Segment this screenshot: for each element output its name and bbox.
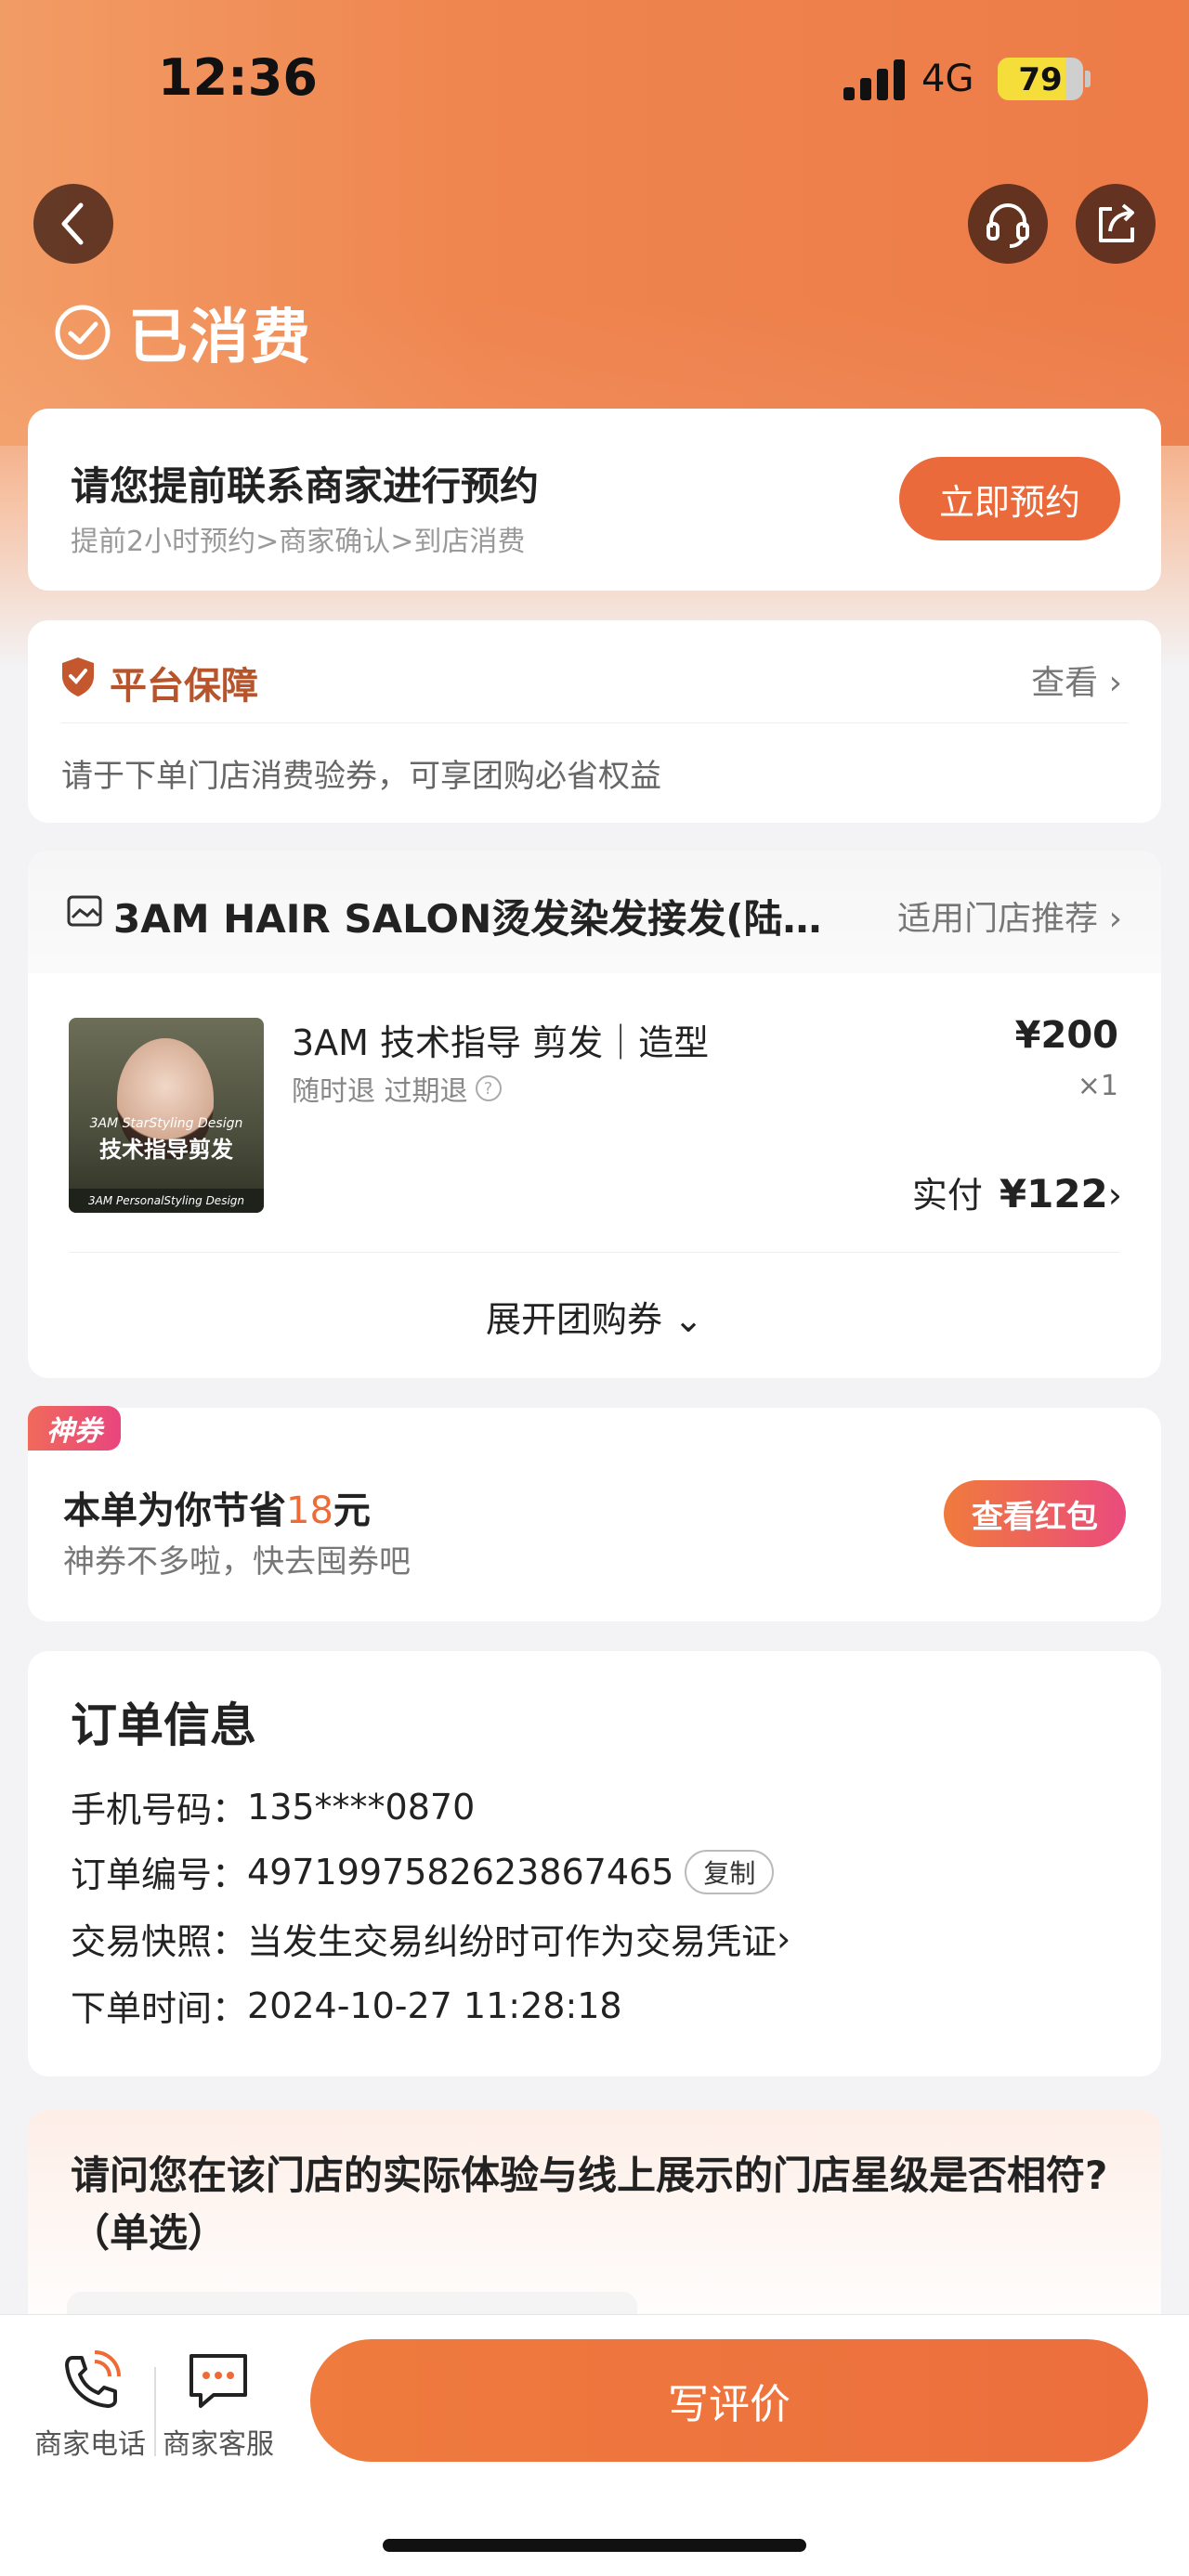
- battery-cap: [1085, 71, 1091, 87]
- signal-icon: [843, 59, 908, 100]
- paid-amount: ¥122: [999, 1171, 1108, 1216]
- copy-button[interactable]: 复制: [685, 1849, 775, 1894]
- share-button[interactable]: [1076, 184, 1156, 264]
- chevron-right-icon: ›: [1108, 900, 1122, 938]
- guarantee-view-label: 查看: [1031, 664, 1099, 702]
- chevron-down-icon: ⌄: [673, 1299, 703, 1340]
- divider: [154, 2367, 156, 2456]
- battery-icon: 79: [998, 58, 1083, 100]
- view-red-packet-button[interactable]: 查看红包: [944, 1480, 1126, 1547]
- order-phone-row: 手机号码： 135****0870: [71, 1781, 475, 1832]
- shop-recommend-link[interactable]: 适用门店推荐 ›: [897, 891, 1122, 940]
- headset-icon: [986, 203, 1029, 248]
- phone-icon: [65, 2350, 121, 2408]
- merchant-chat-button[interactable]: 商家客服: [158, 2348, 279, 2462]
- order-time-value: 2024-10-27 11:28:18: [247, 1984, 622, 2026]
- battery-level: 79: [1018, 61, 1063, 98]
- merchant-phone-label: 商家电话: [34, 2428, 146, 2461]
- network-type: 4G: [921, 58, 974, 100]
- shop-name[interactable]: 3AM HAIR SALON烫发染发接发(陆…: [113, 888, 847, 944]
- reservation-steps: 提前2小时预约>商家确认>到店消费: [71, 526, 526, 558]
- product-card: 3AM HAIR SALON烫发染发接发(陆… 适用门店推荐 › 3AM Sta…: [28, 851, 1161, 1378]
- divider: [61, 722, 1128, 723]
- thumb-caption-1: 3AM StarStyling Design: [89, 1116, 243, 1131]
- help-icon[interactable]: ?: [475, 1075, 502, 1101]
- snapshot-label: 交易快照：: [71, 1921, 248, 1962]
- product-quantity: ×1: [1077, 1070, 1118, 1102]
- thumb-caption-3: 3AM PersonalStyling Design: [69, 1189, 264, 1213]
- order-number-label: 订单编号：: [71, 1854, 248, 1895]
- guarantee-title: 平台保障: [110, 665, 258, 708]
- order-time-row: 下单时间： 2024-10-27 11:28:18: [71, 1980, 622, 2031]
- phone-value: 135****0870: [247, 1786, 476, 1828]
- reservation-card: 请您提前联系商家进行预约 提前2小时预约>商家确认>到店消费 立即预约: [28, 409, 1161, 591]
- status-bar: 12:36 4G 79: [0, 0, 1189, 158]
- snapshot-value: 当发生交易纠纷时可作为交易凭证: [247, 1921, 777, 1962]
- status-label: 已消费: [128, 304, 312, 372]
- back-button[interactable]: [33, 184, 113, 264]
- guarantee-description: 请于下单门店消费验券，可享团购必省权益: [61, 758, 661, 795]
- shop-header[interactable]: 3AM HAIR SALON烫发染发接发(陆… 适用门店推荐 ›: [28, 851, 1161, 973]
- order-info-title: 订单信息: [71, 1698, 256, 1752]
- chevron-right-icon: ›: [1107, 1175, 1122, 1216]
- platform-guarantee-card[interactable]: 平台保障 查看 › 请于下单门店消费验券，可享团购必省权益: [28, 620, 1161, 823]
- write-review-button[interactable]: 写评价: [310, 2339, 1148, 2462]
- home-indicator: [383, 2539, 806, 2552]
- order-snapshot-row[interactable]: 交易快照： 当发生交易纠纷时可作为交易凭证 ›: [71, 1913, 790, 1964]
- chevron-right-icon: ›: [777, 1918, 791, 1959]
- bottom-action-bar: 商家电话 商家客服 写评价: [0, 2314, 1189, 2576]
- divider: [69, 1252, 1120, 1253]
- guarantee-view-link[interactable]: 查看 ›: [1031, 656, 1122, 704]
- phone-label: 手机号码：: [71, 1789, 248, 1830]
- coupon-badge: 神券: [28, 1406, 121, 1451]
- customer-service-button[interactable]: [968, 184, 1048, 264]
- order-number-row: 订单编号： 4971997582623867465 复制: [71, 1846, 775, 1897]
- chevron-right-icon: ›: [1108, 664, 1122, 702]
- order-status: 已消费: [54, 290, 312, 375]
- coupon-card: 神券 本单为你节省18元 神券不多啦，快去囤券吧 查看红包: [28, 1406, 1161, 1621]
- coupon-subtitle: 神券不多啦，快去囤券吧: [63, 1543, 411, 1581]
- order-time-label: 下单时间：: [71, 1988, 248, 2029]
- coupon-title-prefix: 本单为你节省: [63, 1490, 286, 1532]
- paid-label: 实付: [911, 1175, 983, 1216]
- reserve-now-button[interactable]: 立即预约: [899, 457, 1120, 540]
- share-icon: [1099, 203, 1134, 242]
- order-number-value: 4971997582623867465: [247, 1851, 674, 1893]
- product-name[interactable]: 3AM 技术指导 剪发｜造型: [292, 1014, 709, 1065]
- status-time: 12:36: [158, 48, 318, 107]
- chevron-left-icon: [61, 202, 84, 245]
- product-thumbnail[interactable]: 3AM StarStyling Design 技术指导剪发 3AM Person…: [69, 1018, 264, 1213]
- expand-coupons-button[interactable]: 展开团购券 ⌄: [28, 1291, 1161, 1342]
- thumb-caption-2: 技术指导剪发: [99, 1137, 233, 1163]
- reservation-title: 请您提前联系商家进行预约: [71, 463, 540, 509]
- order-info-card: 订单信息 手机号码： 135****0870 订单编号： 49719975826…: [28, 1651, 1161, 2076]
- refund-tags-label: 随时退 过期退: [292, 1075, 468, 1108]
- shop-recommend-label: 适用门店推荐: [897, 900, 1099, 938]
- coupon-title: 本单为你节省18元: [63, 1480, 371, 1534]
- expand-label: 展开团购券: [486, 1299, 663, 1340]
- shield-icon: [62, 657, 94, 696]
- survey-question: 请问您在该门店的实际体验与线上展示的门店星级是否相符?（单选）: [71, 2153, 1108, 2256]
- merchant-phone-button[interactable]: 商家电话: [30, 2348, 150, 2462]
- merchant-chat-label: 商家客服: [163, 2428, 274, 2461]
- coupon-title-suffix: 元: [333, 1490, 371, 1532]
- check-circle-icon: [55, 305, 111, 360]
- refund-tags: 随时退 过期退 ?: [292, 1068, 502, 1109]
- product-price: ¥200: [1014, 1014, 1118, 1057]
- chat-icon: [189, 2354, 247, 2408]
- store-icon: [67, 895, 102, 927]
- paid-amount-link[interactable]: 实付 ¥122 ›: [912, 1166, 1122, 1217]
- coupon-saved-amount: 18: [286, 1490, 333, 1532]
